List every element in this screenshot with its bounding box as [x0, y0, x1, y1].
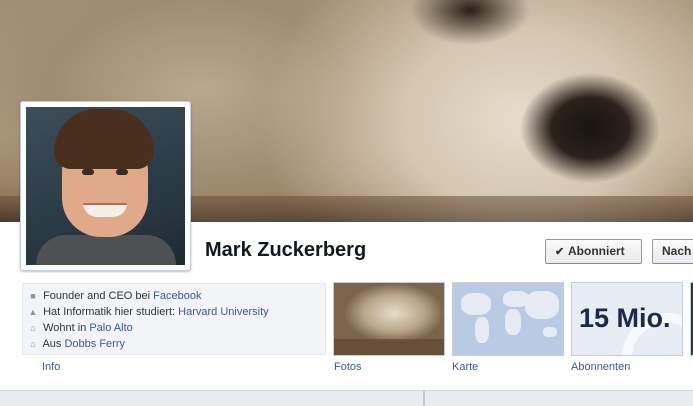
info-work-link[interactable]: Facebook — [153, 290, 201, 302]
info-education-text: Hat Informatik hier studiert: — [43, 306, 179, 318]
info-row-education: ▲ Hat Informatik hier studiert: Harvard … — [26, 304, 269, 320]
tab-map[interactable]: Karte — [452, 361, 478, 373]
profile-picture[interactable] — [20, 101, 191, 271]
map-land-north-america — [461, 293, 491, 315]
timeline-divider — [0, 390, 693, 406]
map-land-south-america — [475, 317, 489, 343]
profile-photo-image — [26, 107, 185, 265]
briefcase-icon: ■ — [30, 291, 36, 301]
info-row-hometown: ⌂ Aus Dobbs Ferry — [26, 336, 125, 352]
tab-info[interactable]: Info — [42, 361, 60, 373]
info-row-current-city: ⌂ Wohnt in Palo Alto — [26, 320, 132, 336]
info-work-text: Founder and CEO bei — [43, 290, 154, 302]
tab-photos[interactable]: Fotos — [334, 361, 362, 373]
subscribed-button-label: Abonniert — [568, 244, 625, 258]
profile-photo-eye — [116, 169, 128, 175]
profile-photo-shirt — [36, 235, 176, 265]
subscribers-count: 15 Mio. — [579, 303, 671, 333]
info-row-work: ■ Founder and CEO bei Facebook — [26, 288, 201, 304]
profile-photo-hair — [54, 109, 154, 169]
subscribed-button[interactable]: ✔ Abonniert — [545, 239, 642, 264]
home-pin-icon: ⌂ — [30, 339, 36, 349]
profile-name[interactable]: Mark Zuckerberg — [205, 239, 366, 262]
message-button[interactable]: Nach — [652, 239, 693, 264]
checkmark-icon: ✔ — [555, 246, 565, 258]
map-land-africa — [505, 309, 521, 335]
house-icon: ⌂ — [30, 323, 36, 333]
tab-subscribers[interactable]: Abonnenten — [571, 361, 630, 373]
map-land-asia — [525, 291, 559, 319]
graduation-cap-icon: ▲ — [28, 307, 38, 317]
profile-photo-eye — [82, 169, 94, 175]
timeline-center-line — [423, 390, 425, 406]
info-current-city-link[interactable]: Palo Alto — [89, 322, 132, 334]
subscribers-thumbnail[interactable]: 15 Mio. — [571, 282, 683, 356]
photos-thumbnail-floor — [334, 339, 444, 355]
message-button-label: Nach — [662, 244, 692, 258]
info-current-city-text: Wohnt in — [43, 322, 90, 334]
photos-thumbnail[interactable] — [333, 282, 445, 356]
map-thumbnail[interactable] — [452, 282, 564, 356]
profile-info-box: ■ Founder and CEO bei Facebook ▲ Hat Inf… — [22, 283, 326, 355]
info-hometown-link[interactable]: Dobbs Ferry — [64, 338, 125, 350]
info-hometown-text: Aus — [42, 338, 65, 350]
map-land-australia — [543, 327, 557, 337]
info-education-link[interactable]: Harvard University — [178, 306, 268, 318]
